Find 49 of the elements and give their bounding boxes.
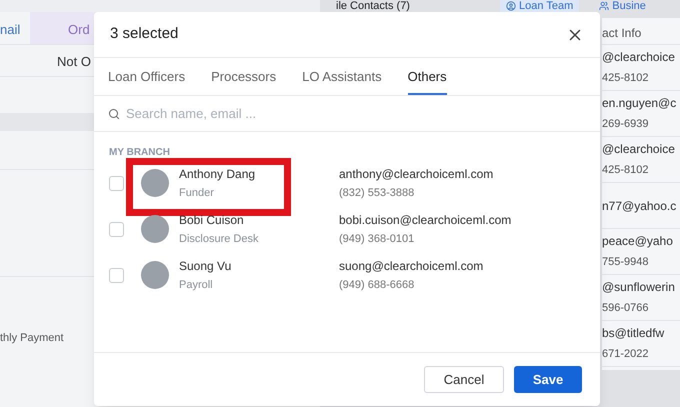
panel-tab[interactable]: Loan Team: [500, 0, 580, 12]
checkbox[interactable]: [109, 222, 124, 236]
user-icon: [506, 1, 516, 11]
checkbox[interactable]: [109, 176, 124, 190]
panel-tab[interactable]: Busine: [593, 0, 652, 12]
checkbox[interactable]: [109, 268, 124, 282]
save-button[interactable]: Save: [514, 366, 582, 393]
contact-email: en.nguyen@c: [602, 95, 678, 112]
dialog-tab[interactable]: Others: [408, 58, 447, 95]
field-label: thly Payment: [0, 332, 64, 344]
person-email: anthony@clearchoiceml.com: [339, 166, 494, 183]
avatar: [141, 215, 169, 243]
section-label: MY BRANCH: [109, 146, 171, 160]
contact-email: peace@yaho: [602, 233, 674, 250]
contact-email: @sunflowerin: [602, 279, 676, 296]
contact-phone: 755-9948: [602, 255, 650, 270]
cancel-button[interactable]: Cancel: [424, 366, 504, 393]
column-header: act Info: [602, 18, 680, 45]
person-role: Disclosure Desk: [179, 232, 260, 247]
person-email: bobi.cuison@clearchoiceml.com: [339, 212, 512, 229]
person-role: Funder: [179, 186, 215, 201]
person-phone: (949) 368-0101: [339, 232, 416, 247]
contact-phone: 425-8102: [602, 71, 650, 86]
contact-phone: 596-0766: [602, 301, 650, 316]
contact-phone: 671-2022: [602, 347, 650, 362]
search-icon: [108, 108, 120, 120]
contact-email: n77@yahoo.c: [602, 198, 678, 214]
avatar: [141, 169, 169, 197]
dialog-tab[interactable]: LO Assistants: [302, 58, 382, 95]
person-role: Payroll: [179, 278, 214, 293]
email-link[interactable]: nail: [0, 12, 30, 44]
dialog-tab[interactable]: Loan Officers: [108, 58, 186, 95]
contact-email: @clearchoice: [602, 49, 676, 66]
person-name: Anthony Dang: [179, 166, 256, 183]
person-phone: (949) 688-6668: [339, 278, 416, 293]
dialog-tab[interactable]: Processors: [211, 58, 276, 95]
person-phone: (832) 553-3888: [339, 186, 416, 201]
contact-email: bs@titledfw: [602, 325, 666, 342]
contact-phone: 269-6939: [602, 117, 650, 132]
avatar: [141, 261, 169, 289]
panel-title: ile Contacts (7): [336, 0, 411, 12]
person-name: Suong Vu: [179, 258, 232, 275]
people-icon: [599, 1, 610, 11]
contact-phone: 425-8102: [602, 163, 650, 178]
table-cell-text: Not O: [57, 53, 91, 71]
person-email: suong@clearchoiceml.com: [339, 258, 484, 275]
contact-email: @clearchoice: [602, 141, 676, 158]
search-field[interactable]: Search name, email ...: [126, 104, 586, 124]
person-name: Bobi Cuison: [179, 212, 245, 229]
